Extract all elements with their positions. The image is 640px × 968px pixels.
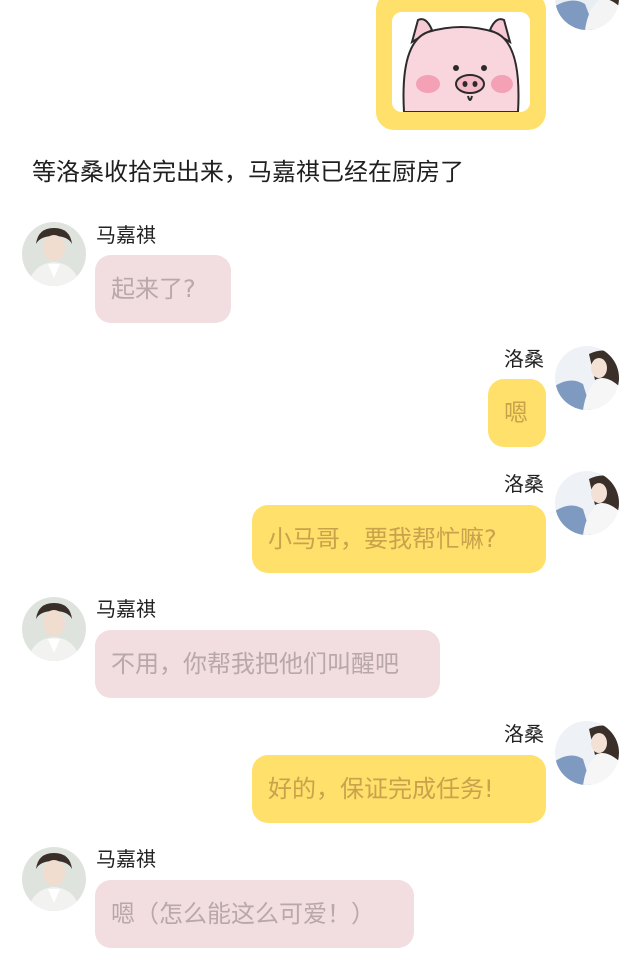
message-bubble[interactable]: 不用，你帮我把他们叫醒吧 bbox=[95, 630, 440, 698]
sticker-bubble[interactable] bbox=[376, 0, 546, 130]
pig-sticker-icon bbox=[392, 12, 530, 112]
sender-name: 马嘉祺 bbox=[96, 597, 156, 621]
message-bubble[interactable]: 嗯（怎么能这么可爱！） bbox=[95, 880, 414, 948]
avatar-majiaqi[interactable] bbox=[22, 847, 86, 911]
narration-text: 等洛桑收拾完出来，马嘉祺已经在厨房了 bbox=[32, 158, 464, 186]
sender-name: 洛桑 bbox=[504, 472, 544, 496]
avatar-luosang[interactable] bbox=[555, 346, 619, 410]
avatar-majiaqi[interactable] bbox=[22, 597, 86, 661]
sender-name: 洛桑 bbox=[504, 722, 544, 746]
message-bubble[interactable]: 好的，保证完成任务! bbox=[252, 755, 546, 823]
avatar-majiaqi[interactable] bbox=[22, 222, 86, 286]
avatar-luosang-partial[interactable] bbox=[555, 0, 619, 30]
sender-name: 马嘉祺 bbox=[96, 847, 156, 871]
message-bubble[interactable]: 嗯 bbox=[488, 379, 546, 447]
sender-name: 马嘉祺 bbox=[96, 223, 156, 247]
avatar-luosang[interactable] bbox=[555, 471, 619, 535]
message-bubble[interactable]: 起来了? bbox=[95, 255, 231, 323]
avatar-luosang[interactable] bbox=[555, 721, 619, 785]
message-bubble[interactable]: 小马哥，要我帮忙嘛? bbox=[252, 505, 546, 573]
sender-name: 洛桑 bbox=[504, 347, 544, 371]
